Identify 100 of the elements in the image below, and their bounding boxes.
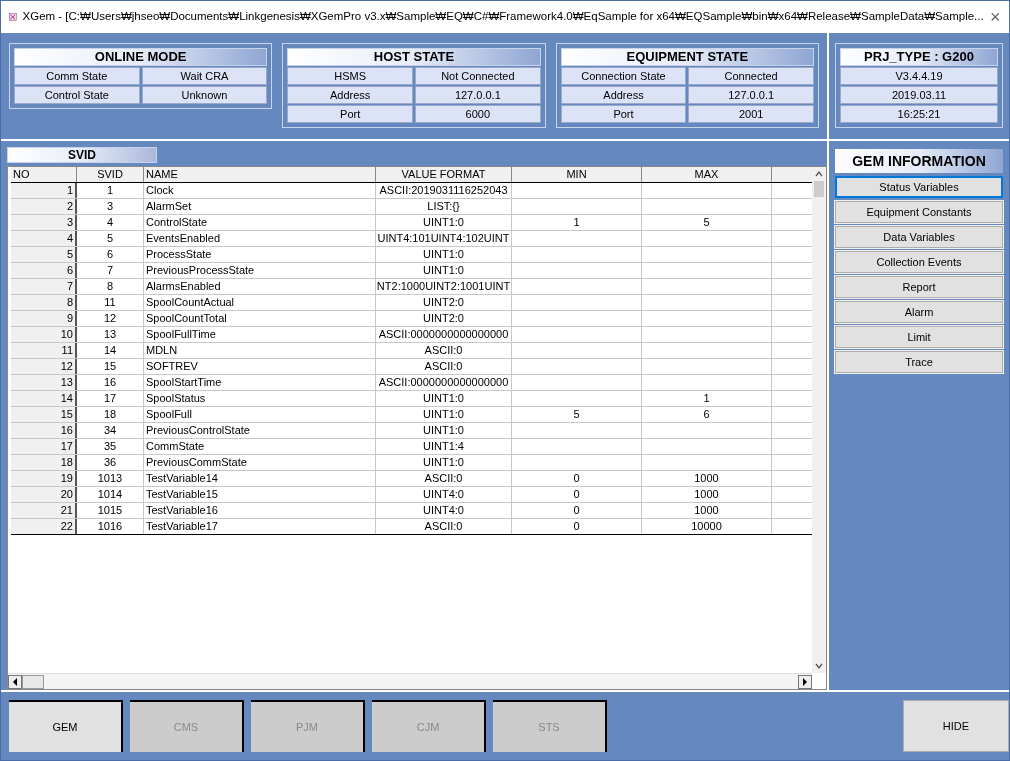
table-cell: UINT1:0 <box>376 407 512 422</box>
row-number-cell: 11 <box>11 343 77 358</box>
row-number-cell: 19 <box>11 471 77 486</box>
field-value: 2001 <box>688 105 814 123</box>
table-cell: SpoolFullTime <box>144 327 376 342</box>
gem-menu-item[interactable]: Collection Events <box>835 251 1003 273</box>
table-cell: 6 <box>642 407 772 422</box>
scroll-right-icon[interactable] <box>798 674 812 689</box>
gem-menu-item[interactable]: Limit <box>835 326 1003 348</box>
group-title: ONLINE MODE <box>14 48 268 66</box>
table-title: SVID <box>7 147 157 163</box>
row-number-cell: 16 <box>11 423 77 438</box>
table-cell: AlarmsEnabled <box>144 279 376 294</box>
field-label: Control State <box>14 86 140 104</box>
table-cell: 15 <box>77 359 144 374</box>
table-cell: 11 <box>77 295 144 310</box>
table-cell: 1 <box>512 215 642 230</box>
table-cell: 0 <box>512 519 642 534</box>
table-cell: 1015 <box>77 503 144 518</box>
table-cell: 35 <box>77 439 144 454</box>
row-number-cell: 4 <box>11 231 77 246</box>
scroll-thumb[interactable] <box>814 181 824 197</box>
row-number-cell: 20 <box>11 487 77 502</box>
row-number-cell: 2 <box>11 199 77 214</box>
column-header[interactable]: MIN <box>512 167 642 182</box>
table-cell: UINT4:0 <box>376 503 512 518</box>
table-cell: PreviousControlState <box>144 423 376 438</box>
field-label: HSMS <box>287 67 413 85</box>
field-label: Comm State <box>14 67 140 85</box>
group-title: EQUIPMENT STATE <box>560 48 814 66</box>
table-cell: ASCII:0 <box>376 359 512 374</box>
field-label: Connection State <box>560 67 687 85</box>
gem-menu-item[interactable]: Report <box>835 276 1003 298</box>
table-cell: TestVariable16 <box>144 503 376 518</box>
row-number-cell: 1 <box>11 183 77 198</box>
table-cell: SOFTREV <box>144 359 376 374</box>
table-cell: 13 <box>77 327 144 342</box>
hide-button[interactable]: HIDE <box>903 700 1009 752</box>
table-cell: 16 <box>77 375 144 390</box>
column-header[interactable]: MAX <box>642 167 772 182</box>
table-cell: UINT1:0 <box>376 455 512 470</box>
gem-menu-item[interactable]: Trace <box>835 351 1003 373</box>
row-number-cell: 6 <box>11 263 77 278</box>
table-cell: 0 <box>512 487 642 502</box>
gem-menu-item[interactable]: Alarm <box>835 301 1003 323</box>
table-cell: LIST:{} <box>376 199 512 214</box>
row-number-cell: 3 <box>11 215 77 230</box>
column-header[interactable]: VALUE FORMAT <box>376 167 512 182</box>
table-cell: ASCII:2019031116252043 <box>376 183 512 198</box>
column-header[interactable]: SVID <box>77 167 144 182</box>
row-number-cell: 15 <box>11 407 77 422</box>
row-number-cell: 18 <box>11 455 77 470</box>
table-cell: TestVariable15 <box>144 487 376 502</box>
table-cell: 14 <box>77 343 144 358</box>
table-cell: AlarmSet <box>144 199 376 214</box>
field-value: Wait CRA <box>141 67 268 85</box>
table-cell: ProcessState <box>144 247 376 262</box>
table-cell: CommState <box>144 439 376 454</box>
close-button[interactable]: × <box>989 3 1001 31</box>
table-cell: 0 <box>512 471 642 486</box>
table-cell: 5 <box>642 215 772 230</box>
table-cell: PreviousProcessState <box>144 263 376 278</box>
vertical-scrollbar[interactable] <box>812 167 826 673</box>
table-cell: ASCII:0 <box>376 471 512 486</box>
horizontal-scrollbar[interactable] <box>8 673 812 689</box>
table-cell: 0 <box>512 503 642 518</box>
module-tab-button[interactable]: GEM <box>9 700 123 752</box>
scroll-thumb[interactable] <box>22 674 44 689</box>
gem-menu-item[interactable]: Equipment Constants <box>835 201 1003 223</box>
field-value: 127.0.0.1 <box>415 86 541 104</box>
table-cell: SpoolStartTime <box>144 375 376 390</box>
table-cell: ASCII:0 <box>376 343 512 358</box>
table-cell: 34 <box>77 423 144 438</box>
table-cell: 12 <box>77 311 144 326</box>
table-cell: SpoolCountTotal <box>144 311 376 326</box>
row-number-cell: 9 <box>11 311 77 326</box>
table-cell: ASCII:0000000000000000 <box>376 327 512 342</box>
row-number-cell: 10 <box>11 327 77 342</box>
table-cell: 1 <box>77 183 144 198</box>
scroll-left-icon[interactable] <box>8 674 22 689</box>
table-cell: UINT1:0 <box>376 423 512 438</box>
gem-menu-item[interactable]: Data Variables <box>835 226 1003 248</box>
column-header[interactable]: NO <box>11 167 77 182</box>
table-cell: MDLN <box>144 343 376 358</box>
table-cell: 1016 <box>77 519 144 534</box>
row-number-cell: 21 <box>11 503 77 518</box>
table-cell: UINT1:0 <box>376 247 512 262</box>
table-cell: UINT1:4 <box>376 439 512 454</box>
field-value: 127.0.0.1 <box>688 86 814 104</box>
field-value: 6000 <box>415 105 541 123</box>
column-header[interactable]: NAME <box>144 167 376 182</box>
table-cell: ASCII:0000000000000000 <box>376 375 512 390</box>
gem-information-title: GEM INFORMATION <box>835 149 1003 173</box>
gem-menu-item[interactable]: Status Variables <box>835 176 1003 198</box>
table-cell: UINT1:0 <box>376 215 512 230</box>
group-title: HOST STATE <box>287 48 541 66</box>
table-cell: UINT2:0 <box>376 311 512 326</box>
table-cell: 10000 <box>642 519 772 534</box>
table-cell: SpoolFull <box>144 407 376 422</box>
table-cell: 3 <box>77 199 144 214</box>
